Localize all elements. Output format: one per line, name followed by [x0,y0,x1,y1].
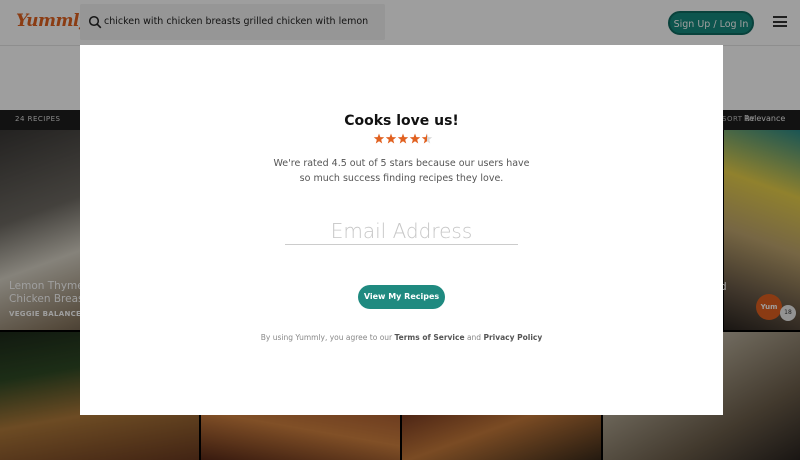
terms-notice: By using Yummly, you agree to our Terms … [260,333,543,342]
terms-of-service-link[interactable]: Terms of Service [395,333,465,342]
star-icon [421,133,433,144]
modal-description: We're rated 4.5 out of 5 stars because o… [273,158,530,184]
signup-modal: Cooks love us! We're rated 4.5 out of 5 … [80,45,723,415]
modal-title: Cooks love us! [344,113,459,129]
star-icon [397,133,409,144]
email-field[interactable] [285,217,518,245]
star-rating [373,133,433,144]
privacy-policy-link[interactable]: Privacy Policy [483,333,542,342]
star-icon [385,133,397,144]
star-icon [409,133,421,144]
view-my-recipes-button[interactable]: View My Recipes [358,285,445,309]
star-icon [373,133,385,144]
